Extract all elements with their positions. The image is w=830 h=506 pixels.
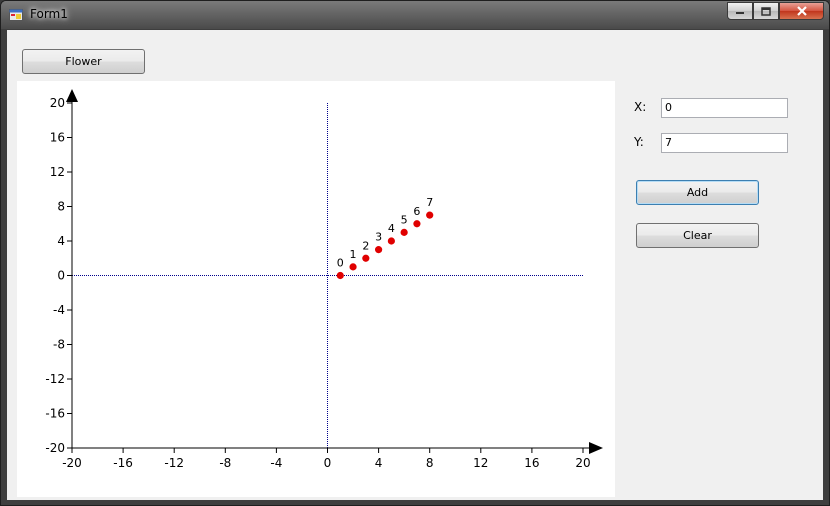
data-point xyxy=(349,263,357,271)
x-tick-label: 8 xyxy=(426,456,434,470)
point-label: 6 xyxy=(413,205,420,218)
data-point xyxy=(387,237,395,245)
y-label: Y: xyxy=(634,135,644,149)
y-tick-label: -12 xyxy=(45,372,65,386)
x-tick-label: -20 xyxy=(62,456,82,470)
point-label: 5 xyxy=(401,213,408,226)
y-tick-label: 16 xyxy=(50,131,65,145)
add-button[interactable]: Add xyxy=(636,180,759,205)
data-point xyxy=(336,271,344,280)
point-label: 4 xyxy=(388,222,395,235)
y-tick-label: 0 xyxy=(57,269,65,283)
y-tick-label: 4 xyxy=(57,234,65,248)
clear-button[interactable]: Clear xyxy=(636,223,759,248)
x-input[interactable]: 0 xyxy=(661,98,788,118)
title-bar[interactable]: Form1 xyxy=(1,1,829,29)
point-label: 0 xyxy=(337,257,344,270)
y-tick-label: 12 xyxy=(50,165,65,179)
caption-buttons xyxy=(727,2,824,21)
app-window: Form1 Flower -20 -16 -12 -8 -4 0 4 8 12 16 20 20 16 1… xyxy=(0,0,830,506)
minimize-icon xyxy=(736,12,744,14)
x-tick-label: 0 xyxy=(324,456,332,470)
client-area: Flower -20 -16 -12 -8 -4 0 4 8 12 16 20 20 16 12 8 4 0 -4… xyxy=(7,30,823,500)
x-tick-label: 20 xyxy=(575,456,590,470)
x-tick-label: 16 xyxy=(524,456,539,470)
x-label: X: xyxy=(634,100,647,114)
data-point xyxy=(413,220,421,228)
x-tick-label: 12 xyxy=(473,456,488,470)
maximize-button[interactable] xyxy=(753,2,779,20)
data-point xyxy=(426,211,434,219)
point-label: 7 xyxy=(426,196,433,209)
x-tick-label: -8 xyxy=(219,456,231,470)
point-label: 1 xyxy=(350,248,357,261)
y-tick-label: -16 xyxy=(45,407,65,421)
point-label: 2 xyxy=(362,239,369,252)
data-point xyxy=(400,228,408,236)
x-tick-label: -4 xyxy=(270,456,282,470)
point-label: 3 xyxy=(375,231,382,244)
y-axis-arrow-icon xyxy=(66,89,78,102)
y-tick-label: -8 xyxy=(53,338,65,352)
maximize-icon xyxy=(761,6,771,16)
y-tick-label: 20 xyxy=(50,96,65,110)
x-tick-label: 4 xyxy=(375,456,383,470)
coordinate-plot: -20 -16 -12 -8 -4 0 4 8 12 16 20201612840-4-8-12-1… xyxy=(45,89,603,470)
close-icon xyxy=(796,6,807,16)
close-button[interactable] xyxy=(779,2,824,20)
data-point xyxy=(375,246,383,254)
flower-button[interactable]: Flower xyxy=(22,49,145,74)
y-tick-label: 8 xyxy=(57,200,65,214)
x-tick-label: -12 xyxy=(164,456,184,470)
x-axis-arrow-icon xyxy=(589,442,603,454)
plot-panel[interactable]: -20 -16 -12 -8 -4 0 4 8 12 16 20 20 16 12 8 4 0 -4 -8 -12 -1… xyxy=(17,81,615,497)
minimize-button[interactable] xyxy=(727,2,753,20)
y-tick-label: -20 xyxy=(45,441,65,455)
x-tick-label: -16 xyxy=(113,456,133,470)
window-title: Form1 xyxy=(30,7,68,21)
app-icon xyxy=(9,9,23,21)
data-point xyxy=(362,254,370,262)
y-tick-label: -4 xyxy=(53,303,65,317)
y-input[interactable]: 7 xyxy=(661,133,788,153)
